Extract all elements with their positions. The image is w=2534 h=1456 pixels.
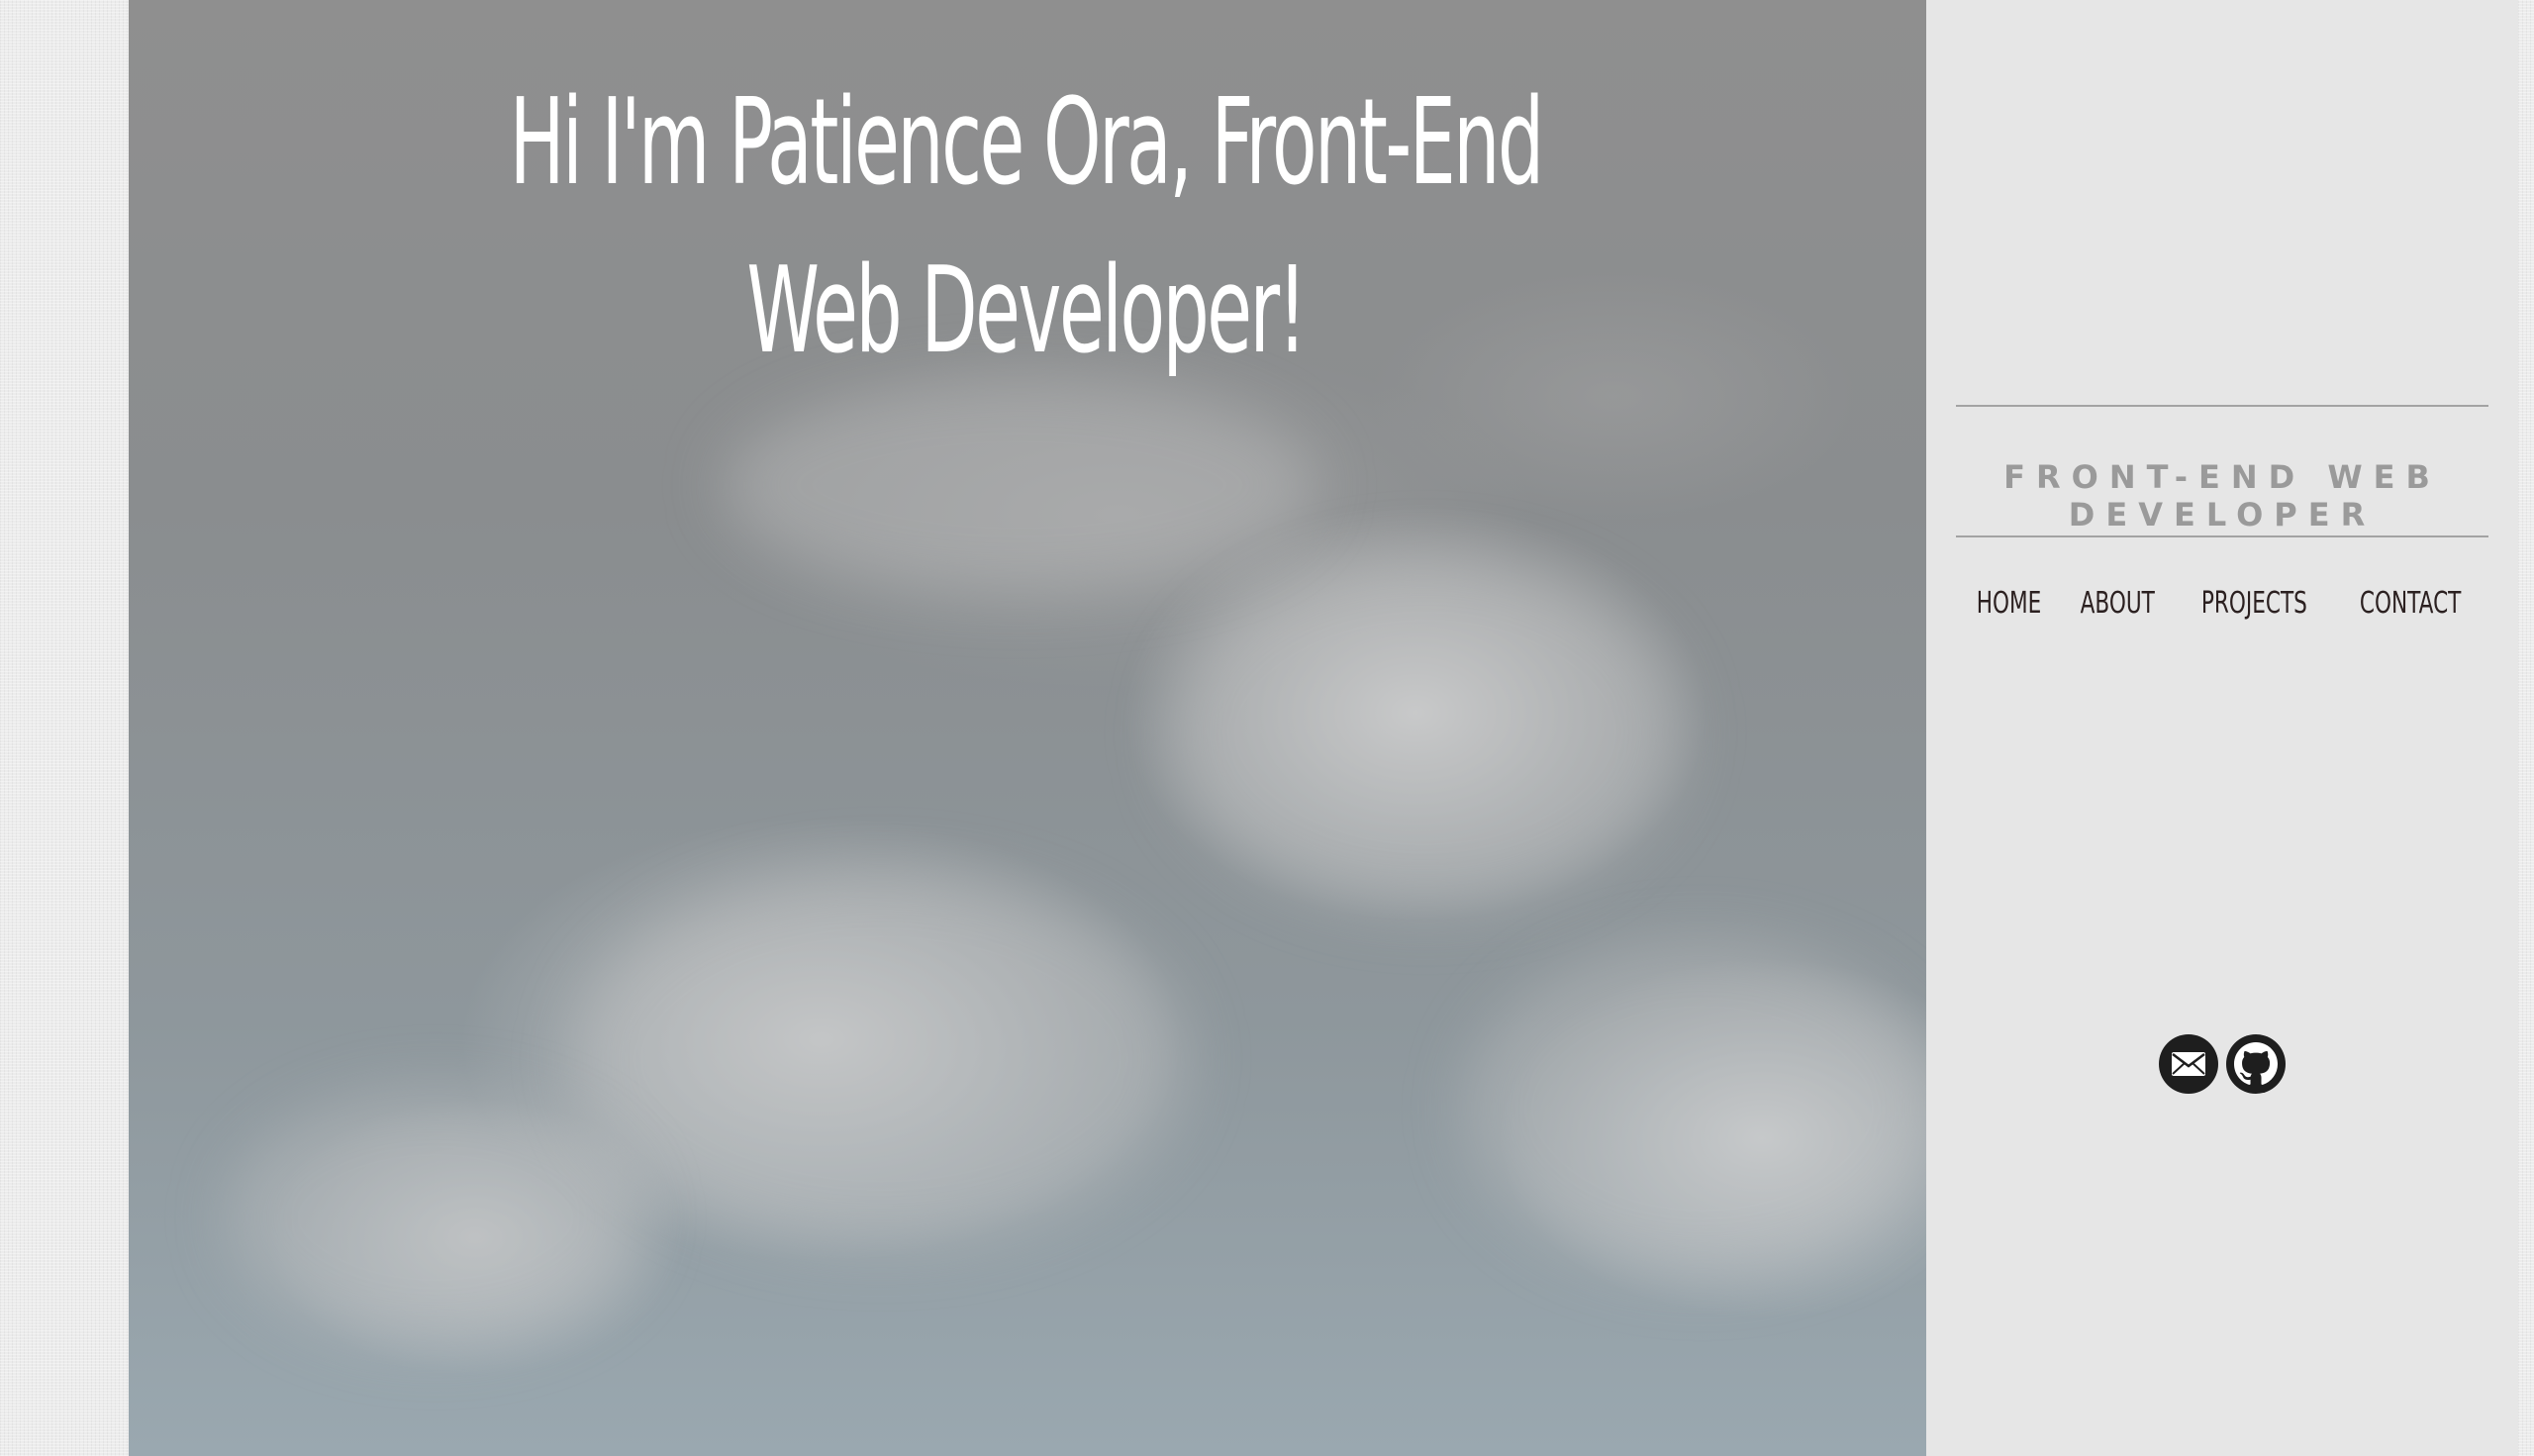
cloud-decoration [723, 376, 1316, 594]
nav-projects[interactable]: PROJECTS [2195, 586, 2313, 621]
divider-bottom [1956, 535, 2488, 537]
cloud-decoration [228, 1089, 643, 1346]
github-icon[interactable] [2226, 1034, 2286, 1094]
nav-about[interactable]: ABOUT [2075, 586, 2161, 621]
cloud-decoration [1465, 940, 1926, 1277]
cloud-decoration [1168, 554, 1683, 911]
nav-home[interactable]: HOME [1971, 586, 2047, 621]
main-nav: HOME ABOUT PROJECTS CONTACT [1926, 586, 2518, 621]
github-glyph [2234, 1042, 2278, 1085]
cloud-decoration [574, 871, 1188, 1247]
nav-contact[interactable]: CONTACT [2354, 586, 2467, 621]
sidebar: FRONT-END WEB DEVELOPER HOME ABOUT PROJE… [1926, 0, 2518, 1456]
hero-title: Hi I'm Patience Ora, Front-End Web Devel… [509, 74, 1545, 380]
mail-glyph [2172, 1052, 2205, 1076]
social-links [1926, 1034, 2518, 1094]
mail-icon[interactable] [2159, 1034, 2218, 1094]
tagline: FRONT-END WEB DEVELOPER [2003, 458, 2441, 534]
divider-top [1956, 405, 2488, 407]
